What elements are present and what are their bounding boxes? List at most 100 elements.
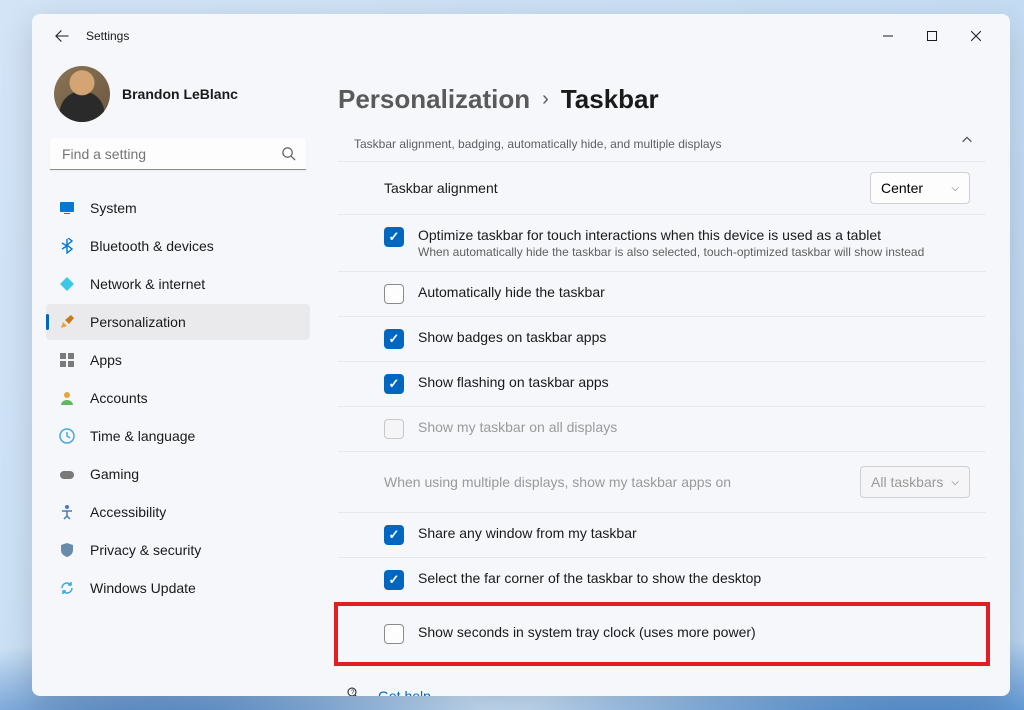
sidebar-item-bluetooth[interactable]: Bluetooth & devices: [46, 228, 310, 264]
back-button[interactable]: [44, 18, 80, 54]
nav-label: Accessibility: [90, 504, 166, 520]
badges-row: ✓ Show badges on taskbar apps: [338, 316, 986, 361]
dropdown-value: All taskbars: [871, 474, 943, 490]
sidebar-item-accounts[interactable]: Accounts: [46, 380, 310, 416]
check-icon: ✓: [389, 376, 400, 392]
multi-displays-row: When using multiple displays, show my ta…: [338, 451, 986, 512]
sidebar-item-privacy[interactable]: Privacy & security: [46, 532, 310, 568]
settings-window: Settings Brandon LeBlanc System Bluetoot…: [32, 14, 1010, 696]
nav-label: Apps: [90, 352, 122, 368]
shareany-checkbox[interactable]: ✓: [384, 525, 404, 545]
minimize-icon: [883, 31, 893, 41]
alignment-dropdown[interactable]: Center ⌵: [870, 172, 970, 204]
seconds-checkbox[interactable]: [384, 624, 404, 644]
titlebar: Settings: [32, 14, 1010, 58]
sidebar: Brandon LeBlanc System Bluetooth & devic…: [32, 58, 322, 696]
taskbar-behaviors-header[interactable]: Taskbar alignment, badging, automaticall…: [338, 133, 986, 161]
close-icon: [971, 31, 981, 41]
time-icon: [58, 427, 76, 445]
privacy-icon: [58, 541, 76, 559]
user-profile[interactable]: Brandon LeBlanc: [46, 58, 310, 138]
sidebar-item-network[interactable]: Network & internet: [46, 266, 310, 302]
sidebar-item-accessibility[interactable]: Accessibility: [46, 494, 310, 530]
user-name: Brandon LeBlanc: [122, 86, 238, 102]
chevron-down-icon: ⌵: [951, 183, 959, 194]
nav-label: Network & internet: [90, 276, 205, 292]
arrow-left-icon: [55, 29, 69, 43]
setting-label: Show my taskbar on all displays: [418, 419, 617, 435]
maximize-button[interactable]: [910, 21, 954, 51]
setting-label: Show badges on taskbar apps: [418, 329, 606, 345]
check-icon: ✓: [389, 229, 400, 245]
bluetooth-icon: [58, 237, 76, 255]
nav-label: Windows Update: [90, 580, 196, 596]
avatar: [54, 66, 110, 122]
check-icon: ✓: [389, 527, 400, 543]
nav-label: Personalization: [90, 314, 186, 330]
section-subtitle: Taskbar alignment, badging, automaticall…: [354, 137, 970, 151]
network-icon: [58, 275, 76, 293]
shareany-row: ✓ Share any window from my taskbar: [338, 512, 986, 557]
setting-label: Taskbar alignment: [384, 180, 498, 196]
setting-label: Automatically hide the taskbar: [418, 284, 605, 300]
nav-label: System: [90, 200, 137, 216]
breadcrumb-parent[interactable]: Personalization: [338, 84, 530, 115]
nav-label: Time & language: [90, 428, 195, 444]
gaming-icon: [58, 465, 76, 483]
flashing-checkbox[interactable]: ✓: [384, 374, 404, 394]
check-icon: ✓: [389, 331, 400, 347]
breadcrumb: Personalization › Taskbar: [338, 84, 986, 115]
alldisplays-checkbox: [384, 419, 404, 439]
sidebar-item-time[interactable]: Time & language: [46, 418, 310, 454]
personalization-icon: [58, 313, 76, 331]
autohide-checkbox[interactable]: [384, 284, 404, 304]
highlight-annotation: Show seconds in system tray clock (uses …: [334, 602, 990, 666]
main-content: Personalization › Taskbar Taskbar alignm…: [322, 58, 1010, 696]
accessibility-icon: [58, 503, 76, 521]
nav-label: Privacy & security: [90, 542, 201, 558]
footer-links: ? Get help Give feedback: [346, 686, 986, 696]
setting-label: Show flashing on taskbar apps: [418, 374, 609, 390]
flashing-row: ✓ Show flashing on taskbar apps: [338, 361, 986, 406]
apps-icon: [58, 351, 76, 369]
breadcrumb-current: Taskbar: [561, 84, 659, 115]
chevron-up-icon[interactable]: [960, 133, 974, 152]
get-help-link[interactable]: ? Get help: [346, 686, 986, 696]
seconds-row: Show seconds in system tray clock (uses …: [338, 606, 986, 662]
update-icon: [58, 579, 76, 597]
setting-label: Select the far corner of the taskbar to …: [418, 570, 761, 586]
setting-label: Share any window from my taskbar: [418, 525, 637, 541]
farcorner-row: ✓ Select the far corner of the taskbar t…: [338, 557, 986, 596]
link-label: Get help: [378, 688, 431, 697]
maximize-icon: [927, 31, 937, 41]
chevron-right-icon: ›: [542, 88, 549, 111]
sidebar-item-gaming[interactable]: Gaming: [46, 456, 310, 492]
multi-displays-dropdown: All taskbars ⌵: [860, 466, 970, 498]
check-icon: ✓: [389, 572, 400, 588]
optimize-touch-row: ✓ Optimize taskbar for touch interaction…: [338, 214, 986, 271]
setting-label: When using multiple displays, show my ta…: [384, 474, 731, 490]
search-input[interactable]: [50, 138, 306, 170]
sidebar-item-personalization[interactable]: Personalization: [46, 304, 310, 340]
setting-label: Optimize taskbar for touch interactions …: [418, 227, 924, 243]
help-icon: ?: [346, 686, 364, 696]
chevron-down-icon: ⌵: [951, 477, 959, 488]
accounts-icon: [58, 389, 76, 407]
autohide-row: Automatically hide the taskbar: [338, 271, 986, 316]
nav-list: System Bluetooth & devices Network & int…: [46, 190, 310, 606]
sidebar-item-system[interactable]: System: [46, 190, 310, 226]
badges-checkbox[interactable]: ✓: [384, 329, 404, 349]
sidebar-item-apps[interactable]: Apps: [46, 342, 310, 378]
farcorner-checkbox[interactable]: ✓: [384, 570, 404, 590]
minimize-button[interactable]: [866, 21, 910, 51]
search-icon: [281, 146, 296, 166]
nav-label: Accounts: [90, 390, 148, 406]
nav-label: Bluetooth & devices: [90, 238, 214, 254]
sidebar-item-update[interactable]: Windows Update: [46, 570, 310, 606]
dropdown-value: Center: [881, 180, 923, 196]
alldisplays-row: Show my taskbar on all displays: [338, 406, 986, 451]
system-icon: [58, 199, 76, 217]
close-button[interactable]: [954, 21, 998, 51]
optimize-touch-checkbox[interactable]: ✓: [384, 227, 404, 247]
setting-label: Show seconds in system tray clock (uses …: [418, 624, 756, 640]
